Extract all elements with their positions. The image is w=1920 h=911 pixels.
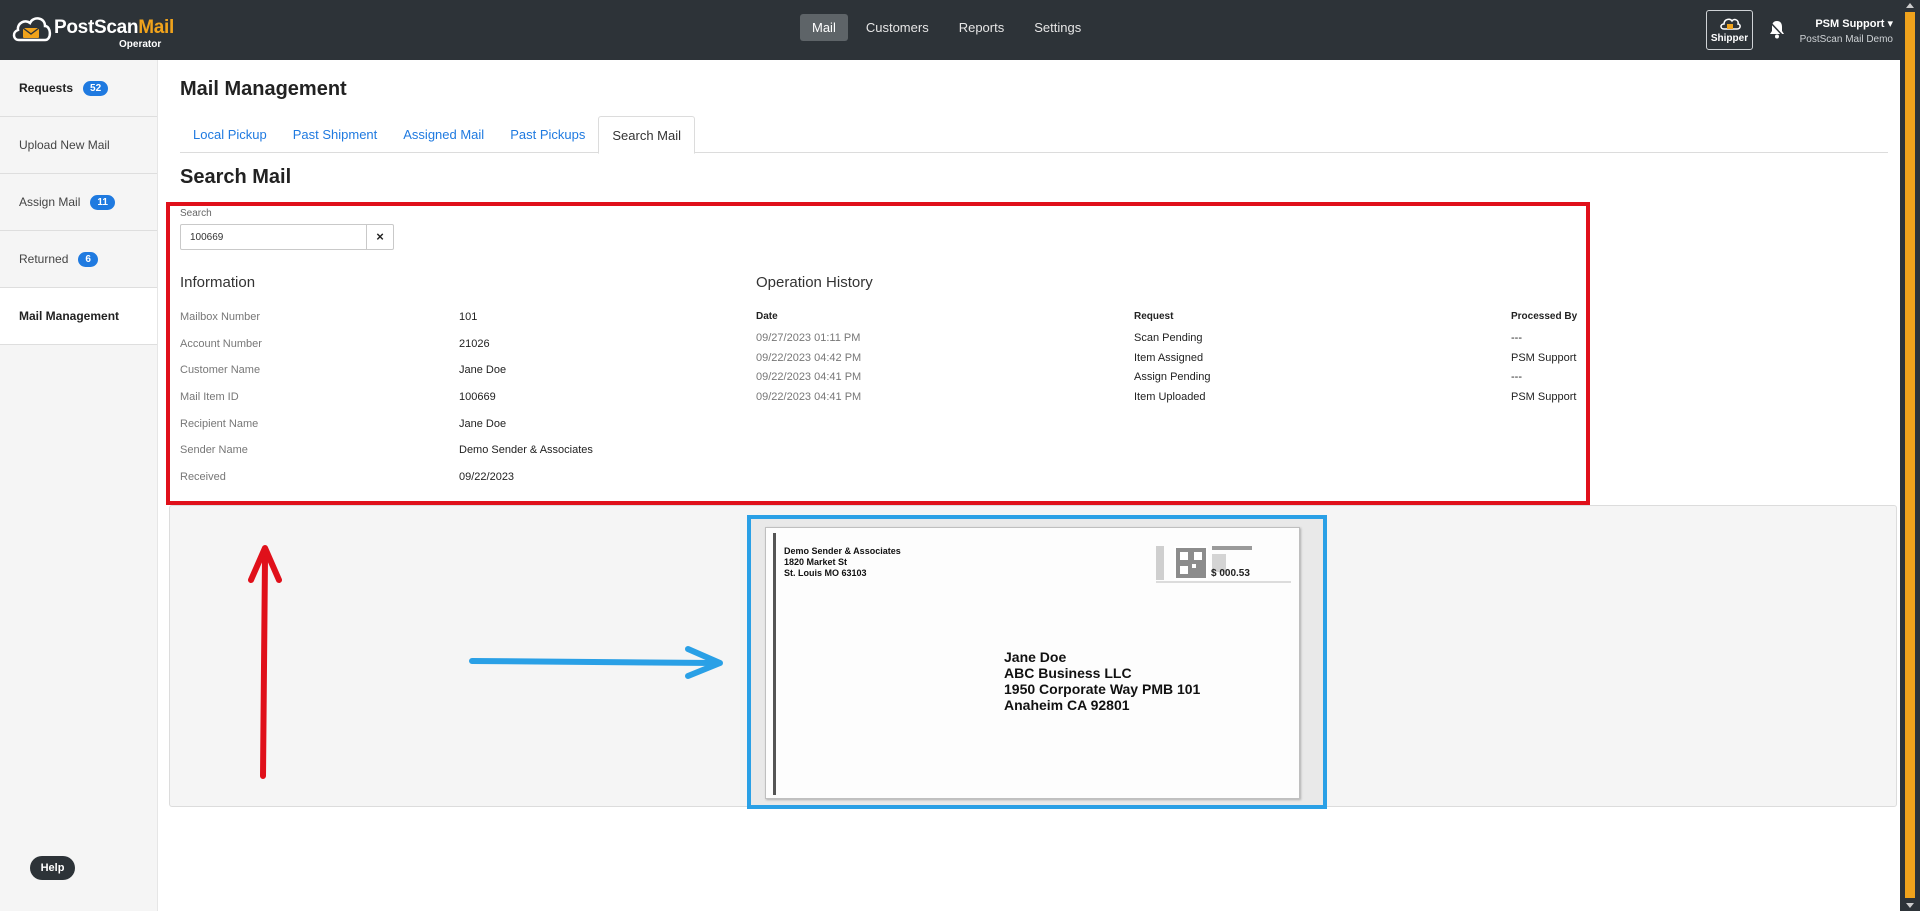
notification-bell-icon[interactable] xyxy=(1768,19,1786,39)
history-row: 09/22/2023 04:41 PM Assign Pending --- xyxy=(756,371,1586,387)
mail-tabs: Local Pickup Past Shipment Assigned Mail… xyxy=(180,116,1888,154)
tab-past-shipment[interactable]: Past Shipment xyxy=(280,116,391,153)
main-nav: Mail Customers Reports Settings xyxy=(800,14,1093,41)
section-title: Search Mail xyxy=(180,166,292,188)
info-key: Sender Name xyxy=(180,444,248,456)
history-processed-by: PSM Support xyxy=(1511,352,1577,364)
tab-local-pickup[interactable]: Local Pickup xyxy=(180,116,280,153)
scroll-down-arrow-icon[interactable] xyxy=(1906,903,1914,908)
sidebar: Requests 52 Upload New Mail Assign Mail … xyxy=(0,60,158,911)
shipper-label: Shipper xyxy=(1710,33,1749,44)
history-header-processed-by: Processed By xyxy=(1511,311,1578,322)
info-row-account-number: Account Number 21026 xyxy=(180,338,740,354)
logo-wordmark: PostScanMail xyxy=(54,17,174,38)
mail-item-envelope-image[interactable]: Demo Sender & Associates 1820 Market St … xyxy=(765,527,1300,799)
search-input[interactable] xyxy=(180,224,367,250)
info-key: Received xyxy=(180,471,226,483)
envelope-recipient-address: Jane Doe ABC Business LLC 1950 Corporate… xyxy=(1004,649,1201,713)
sidebar-item-mail-management[interactable]: Mail Management xyxy=(0,288,157,345)
info-key: Recipient Name xyxy=(180,418,259,430)
help-button[interactable]: Help xyxy=(30,856,75,880)
history-header-row: Date Request Processed By xyxy=(756,311,1586,327)
history-request: Item Uploaded xyxy=(1134,391,1206,403)
info-row-mailbox-number: Mailbox Number 101 xyxy=(180,311,740,327)
history-date: 09/22/2023 04:42 PM xyxy=(756,352,862,364)
history-date: 09/27/2023 01:11 PM xyxy=(756,332,861,344)
info-value: 101 xyxy=(459,311,478,323)
app-logo[interactable]: PostScanMail Operator xyxy=(10,10,174,50)
history-processed-by: PSM Support xyxy=(1511,391,1577,403)
info-value: Demo Sender & Associates xyxy=(459,444,593,456)
info-row-customer-name: Customer Name Jane Doe xyxy=(180,364,740,380)
red-up-arrow-icon xyxy=(248,545,282,779)
nav-mail[interactable]: Mail xyxy=(800,14,848,41)
info-row-recipient-name: Recipient Name Jane Doe xyxy=(180,418,740,434)
info-value: Jane Doe xyxy=(459,364,507,376)
history-row: 09/22/2023 04:42 PM Item Assigned PSM Su… xyxy=(756,352,1586,368)
info-value: 21026 xyxy=(459,338,490,350)
blue-right-arrow-icon xyxy=(469,646,723,679)
info-key: Mail Item ID xyxy=(180,391,239,403)
nav-settings[interactable]: Settings xyxy=(1022,14,1093,41)
caret-down-icon: ▾ xyxy=(1887,18,1893,30)
tab-assigned-mail[interactable]: Assigned Mail xyxy=(390,116,497,153)
scroll-up-arrow-icon[interactable] xyxy=(1906,3,1914,8)
sidebar-item-returned[interactable]: Returned 6 xyxy=(0,231,157,288)
postage-amount: $ 000.53 xyxy=(1211,568,1250,579)
sidebar-item-label: Returned xyxy=(19,252,69,266)
information-title: Information xyxy=(180,274,256,291)
nav-reports[interactable]: Reports xyxy=(947,14,1017,41)
envelope-edge xyxy=(773,533,776,795)
cloud-upload-icon xyxy=(1719,18,1741,30)
history-date: 09/22/2023 04:41 PM xyxy=(756,371,862,383)
operation-history-title: Operation History xyxy=(756,274,873,291)
clear-search-button[interactable]: × xyxy=(366,224,394,250)
sidebar-item-label: Upload New Mail xyxy=(19,138,110,152)
page-title: Mail Management xyxy=(180,78,347,100)
info-key: Customer Name xyxy=(180,364,261,376)
sidebar-item-requests[interactable]: Requests 52 xyxy=(0,60,157,117)
history-processed-by: --- xyxy=(1511,332,1522,344)
history-request: Item Assigned xyxy=(1134,352,1204,364)
info-value: 100669 xyxy=(459,391,496,403)
info-value: 09/22/2023 xyxy=(459,471,515,483)
requests-count-badge: 52 xyxy=(83,80,109,96)
returned-count-badge: 6 xyxy=(78,251,98,267)
history-request: Scan Pending xyxy=(1134,332,1203,344)
top-navbar: PostScanMail Operator Mail Customers Rep… xyxy=(0,0,1900,60)
logo-subtitle: Operator xyxy=(119,39,162,50)
history-header-request: Request xyxy=(1134,311,1174,322)
info-value: Jane Doe xyxy=(459,418,507,430)
history-row: 09/22/2023 04:41 PM Item Uploaded PSM Su… xyxy=(756,391,1586,407)
history-processed-by: --- xyxy=(1511,371,1522,383)
search-label: Search xyxy=(180,208,212,219)
history-row: 09/27/2023 01:11 PM Scan Pending --- xyxy=(756,332,1586,348)
tab-past-pickups[interactable]: Past Pickups xyxy=(497,116,598,153)
info-key: Mailbox Number xyxy=(180,311,261,323)
tab-search-mail[interactable]: Search Mail xyxy=(598,116,695,154)
sidebar-item-assign-mail[interactable]: Assign Mail 11 xyxy=(0,174,157,231)
assign-mail-count-badge: 11 xyxy=(90,194,115,210)
nav-customers[interactable]: Customers xyxy=(854,14,941,41)
sidebar-item-label: Assign Mail xyxy=(19,195,81,209)
info-key: Account Number xyxy=(180,338,262,350)
user-organization: PostScan Mail Demo xyxy=(1799,34,1893,45)
shipper-button[interactable]: Shipper xyxy=(1706,10,1753,50)
history-request: Assign Pending xyxy=(1134,371,1211,383)
info-row-sender-name: Sender Name Demo Sender & Associates xyxy=(180,444,740,460)
user-menu[interactable]: PSM Support ▾ PostScan Mail Demo xyxy=(1790,17,1893,45)
info-row-received: Received 09/22/2023 xyxy=(180,471,740,487)
sidebar-item-upload-new-mail[interactable]: Upload New Mail xyxy=(0,117,157,174)
info-row-mail-item-id: Mail Item ID 100669 xyxy=(180,391,740,407)
history-header-date: Date xyxy=(756,311,778,322)
cloud-mail-logo-icon xyxy=(12,17,52,42)
sidebar-item-label: Mail Management xyxy=(19,309,120,323)
history-date: 09/22/2023 04:41 PM xyxy=(756,391,862,403)
user-name: PSM Support ▾ xyxy=(1815,18,1893,30)
scrollbar-thumb[interactable] xyxy=(1905,12,1915,898)
page-scrollbar[interactable] xyxy=(1900,0,1920,911)
envelope-sender-address: Demo Sender & Associates 1820 Market St … xyxy=(784,546,901,578)
sidebar-item-label: Requests xyxy=(19,81,74,95)
